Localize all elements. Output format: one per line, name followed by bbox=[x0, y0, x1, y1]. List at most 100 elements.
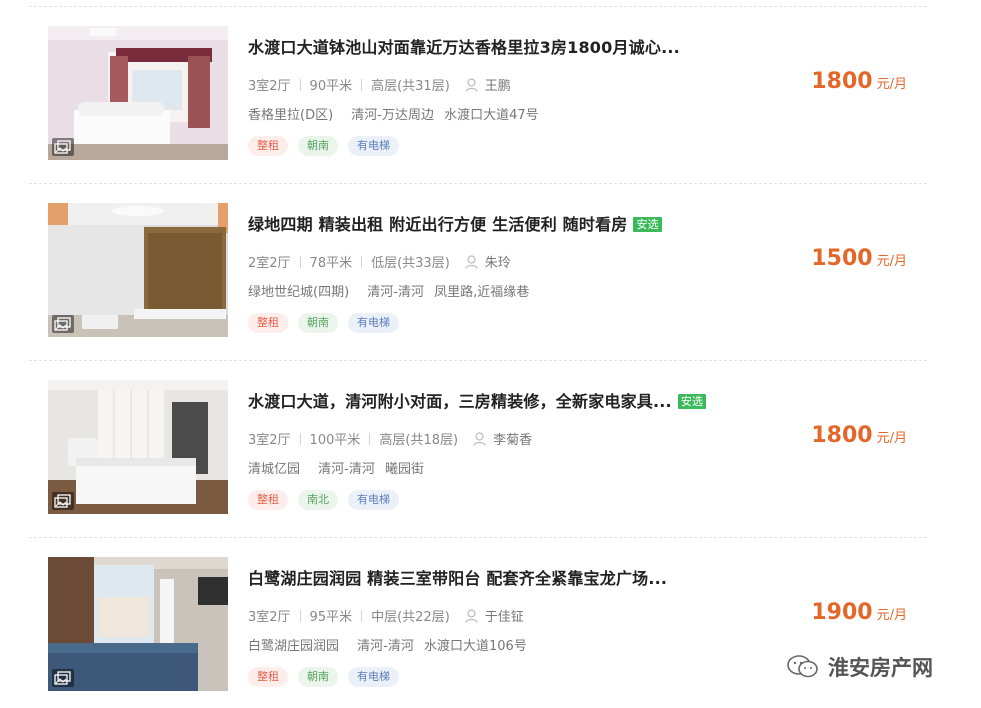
price-unit: 元/月 bbox=[876, 77, 907, 92]
agent-link[interactable]: 王鹏 bbox=[465, 75, 511, 94]
listing-title[interactable]: 水渡口大道，清河附小对面，三房精装修，全新家电家具... 安选 bbox=[248, 388, 707, 412]
listing-item[interactable]: 水渡口大道钵池山对面靠近万达香格里拉3房1800月诚心... 3室2厅 90平米… bbox=[29, 6, 927, 183]
area: 100平米 bbox=[309, 433, 361, 448]
listing-price: 1500 元/月 bbox=[811, 246, 907, 271]
floor-info: 低层(共33层) bbox=[371, 256, 450, 271]
watermark: 淮安房产网 bbox=[786, 652, 933, 682]
district-link[interactable]: 清河-万达周边 bbox=[351, 108, 434, 123]
street-address: 曦园街 bbox=[385, 462, 425, 477]
room-layout: 3室2厅 bbox=[248, 433, 291, 448]
tag-rent-type: 整租 bbox=[248, 136, 288, 156]
divider bbox=[299, 432, 301, 445]
street-address: 凤里路,近福缘巷 bbox=[434, 285, 530, 300]
agent-name: 李菊香 bbox=[493, 433, 533, 448]
listing-price: 1800 元/月 bbox=[811, 69, 907, 94]
community-link[interactable]: 白鹭湖庄园润园 bbox=[248, 639, 339, 654]
tag-list: 整租 南北 有电梯 bbox=[248, 490, 399, 510]
room-layout: 3室2厅 bbox=[248, 610, 291, 625]
divider bbox=[361, 255, 363, 268]
listing-address: 绿地世纪城(四期) 清河-清河 凤里路,近福缘巷 bbox=[248, 281, 529, 300]
district-link[interactable]: 清河-清河 bbox=[367, 285, 424, 300]
agent-name: 王鹏 bbox=[484, 79, 511, 94]
district-link[interactable]: 清河-清河 bbox=[357, 639, 414, 654]
listing-title[interactable]: 水渡口大道钵池山对面靠近万达香格里拉3房1800月诚心... bbox=[248, 34, 680, 58]
tag-list: 整租 朝南 有电梯 bbox=[248, 136, 399, 156]
tag-elevator: 有电梯 bbox=[348, 667, 399, 687]
floor-info: 高层(共31层) bbox=[371, 79, 450, 94]
agent-link[interactable]: 朱玲 bbox=[465, 252, 511, 271]
community-link[interactable]: 绿地世纪城(四期) bbox=[248, 285, 349, 300]
listing-item[interactable]: 水渡口大道，清河附小对面，三房精装修，全新家电家具... 安选 3室2厅 100平… bbox=[29, 360, 927, 537]
listing-item[interactable]: 绿地四期 精装出租 附近出行方便 生活便利 随时看房 安选 2室2厅 78平米 低… bbox=[29, 183, 927, 360]
area: 90平米 bbox=[309, 79, 353, 94]
district-link[interactable]: 清河-清河 bbox=[318, 462, 375, 477]
bedroom-photo bbox=[48, 557, 228, 691]
living-room-photo bbox=[48, 203, 228, 337]
listing-meta: 3室2厅 90平米 高层(共31层) 王鹏 bbox=[248, 75, 511, 94]
price-value: 1900 bbox=[811, 600, 873, 625]
floor-info: 高层(共18层) bbox=[379, 433, 459, 448]
image-gallery-icon bbox=[52, 669, 74, 687]
divider bbox=[299, 78, 301, 91]
price-unit: 元/月 bbox=[876, 431, 907, 446]
image-gallery-icon bbox=[52, 138, 74, 156]
divider bbox=[361, 78, 363, 91]
price-unit: 元/月 bbox=[876, 608, 907, 623]
listing-list: 水渡口大道钵池山对面靠近万达香格里拉3房1800月诚心... 3室2厅 90平米… bbox=[29, 6, 927, 698]
room-layout: 3室2厅 bbox=[248, 79, 291, 94]
divider bbox=[299, 609, 301, 622]
listing-price: 1900 元/月 bbox=[811, 600, 907, 625]
divider bbox=[369, 432, 371, 445]
listing-title[interactable]: 绿地四期 精装出租 附近出行方便 生活便利 随时看房 安选 bbox=[248, 211, 662, 235]
agent-link[interactable]: 李菊香 bbox=[473, 429, 532, 448]
tag-orientation: 南北 bbox=[298, 490, 338, 510]
community-link[interactable]: 香格里拉(D区) bbox=[248, 108, 333, 123]
price-value: 1800 bbox=[811, 423, 873, 448]
bedroom-photo bbox=[48, 380, 228, 514]
tag-elevator: 有电梯 bbox=[348, 136, 399, 156]
listing-title[interactable]: 白鹭湖庄园润园 精装三室带阳台 配套齐全紧靠宝龙广场... bbox=[248, 565, 667, 589]
street-address: 水渡口大道47号 bbox=[444, 108, 539, 123]
image-gallery-icon bbox=[52, 315, 74, 333]
image-gallery-icon bbox=[52, 492, 74, 510]
street-address: 水渡口大道106号 bbox=[424, 639, 527, 654]
tag-list: 整租 朝南 有电梯 bbox=[248, 313, 399, 333]
tag-orientation: 朝南 bbox=[298, 136, 338, 156]
price-unit: 元/月 bbox=[876, 254, 907, 269]
listing-photo[interactable] bbox=[48, 203, 228, 337]
tag-rent-type: 整租 bbox=[248, 490, 288, 510]
tag-rent-type: 整租 bbox=[248, 667, 288, 687]
person-icon bbox=[465, 254, 478, 269]
listing-photo[interactable] bbox=[48, 26, 228, 160]
divider bbox=[361, 609, 363, 622]
person-icon bbox=[473, 431, 486, 446]
area: 78平米 bbox=[309, 256, 353, 271]
tag-elevator: 有电梯 bbox=[348, 490, 399, 510]
tag-list: 整租 朝南 有电梯 bbox=[248, 667, 399, 687]
tag-elevator: 有电梯 bbox=[348, 313, 399, 333]
listing-meta: 2室2厅 78平米 低层(共33层) 朱玲 bbox=[248, 252, 511, 271]
agent-link[interactable]: 于佳钲 bbox=[465, 606, 524, 625]
floor-info: 中层(共22层) bbox=[371, 610, 450, 625]
listing-photo[interactable] bbox=[48, 557, 228, 691]
agent-name: 于佳钲 bbox=[484, 610, 524, 625]
room-layout: 2室2厅 bbox=[248, 256, 291, 271]
bedroom-photo bbox=[48, 26, 228, 160]
person-icon bbox=[465, 77, 478, 92]
tag-orientation: 朝南 bbox=[298, 313, 338, 333]
listing-address: 清城亿园 清河-清河 曦园街 bbox=[248, 458, 424, 477]
listing-photo[interactable] bbox=[48, 380, 228, 514]
area: 95平米 bbox=[309, 610, 353, 625]
listing-address: 香格里拉(D区) 清河-万达周边 水渡口大道47号 bbox=[248, 104, 539, 123]
divider bbox=[299, 255, 301, 268]
listing-meta: 3室2厅 95平米 中层(共22层) 于佳钲 bbox=[248, 606, 524, 625]
community-link[interactable]: 清城亿园 bbox=[248, 462, 300, 477]
listing-price: 1800 元/月 bbox=[811, 423, 907, 448]
tag-rent-type: 整租 bbox=[248, 313, 288, 333]
listing-address: 白鹭湖庄园润园 清河-清河 水渡口大道106号 bbox=[248, 635, 527, 654]
anxuan-badge: 安选 bbox=[677, 394, 707, 409]
price-value: 1500 bbox=[811, 246, 873, 271]
listing-meta: 3室2厅 100平米 高层(共18层) 李菊香 bbox=[248, 429, 532, 448]
price-value: 1800 bbox=[811, 69, 873, 94]
wechat-icon bbox=[787, 655, 818, 678]
